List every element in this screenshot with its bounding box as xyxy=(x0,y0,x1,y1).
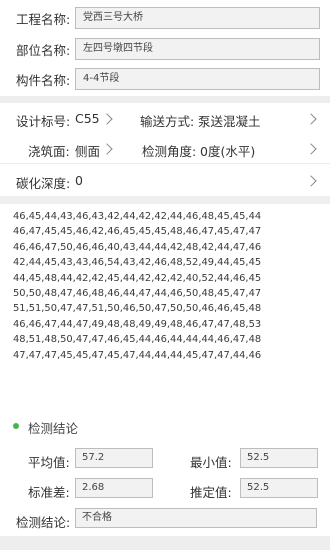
carbonation-depth-selector[interactable]: 碳化深度: 0 xyxy=(0,165,330,195)
project-info-card: 工程名称: 党西三号大桥 部位名称: 左四号墩四节段 构件名称: 4-4节段 xyxy=(0,0,330,96)
component-name-field[interactable]: 4-4节段 xyxy=(75,68,320,90)
reading-line: 46,46,47,50,46,46,40,43,44,44,42,48,42,4… xyxy=(13,241,262,253)
conclusion-section-title: 检测结论 xyxy=(28,421,79,436)
reading-line: 47,47,47,45,45,47,45,47,44,44,44,45,47,4… xyxy=(13,349,262,361)
delivery-method-selector[interactable]: 输送方式: 泵送混凝土 xyxy=(128,103,330,133)
delivery-method-label: 输送方式: xyxy=(140,114,195,129)
average-field[interactable]: 57.2 xyxy=(75,448,153,468)
chevron-right-icon xyxy=(101,113,113,125)
reading-line: 42,44,45,43,43,46,54,43,42,46,48,52,49,4… xyxy=(13,257,262,269)
pour-face-value: 侧面 xyxy=(75,144,101,159)
part-name-row: 部位名称: 左四号墩四节段 xyxy=(0,34,330,64)
min-label: 最小值: xyxy=(190,455,232,470)
readings-card: 46,45,44,43,46,43,42,44,42,42,44,46,48,4… xyxy=(0,204,330,400)
part-name-label: 部位名称: xyxy=(16,42,71,58)
component-name-row: 构件名称: 4-4节段 xyxy=(0,64,330,94)
delivery-method-value: 泵送混凝土 xyxy=(198,114,261,129)
carbonation-depth-value: 0 xyxy=(75,173,83,188)
chevron-right-icon xyxy=(305,113,317,125)
project-name-label: 工程名称: xyxy=(16,11,71,27)
reading-line: 46,46,47,44,47,49,48,48,49,49,48,46,47,4… xyxy=(13,318,262,330)
reading-line: 46,47,45,45,46,42,46,45,45,45,48,46,47,4… xyxy=(13,226,262,238)
reading-line: 50,50,48,47,46,48,46,44,47,44,46,50,48,4… xyxy=(13,288,262,300)
readings-list: 46,45,44,43,46,43,42,44,42,42,44,46,48,4… xyxy=(0,204,330,363)
std-dev-label: 标准差: xyxy=(28,485,70,500)
reading-line: 44,45,48,44,42,42,45,44,42,42,42,40,52,4… xyxy=(13,272,262,284)
estimated-field[interactable]: 52.5 xyxy=(240,478,318,498)
settings-card: 设计标号: C55 输送方式: 泵送混凝土 浇筑面: 侧面 检测角度: 0度(水… xyxy=(0,103,330,196)
design-grade-selector[interactable]: 设计标号: C55 xyxy=(0,103,128,133)
conclusion-card: 检测结论 平均值: 57.2 最小值: 52.5 标准差: 2.68 推定值: … xyxy=(0,400,330,536)
project-name-field[interactable]: 党西三号大桥 xyxy=(75,7,320,29)
part-name-field[interactable]: 左四号墩四节段 xyxy=(75,38,320,60)
detection-angle-selector[interactable]: 检测角度: 0度(水平) xyxy=(128,133,330,163)
chevron-right-icon xyxy=(101,143,113,155)
min-field[interactable]: 52.5 xyxy=(240,448,318,468)
carbonation-depth-label: 碳化深度: xyxy=(16,176,71,191)
std-dev-field[interactable]: 2.68 xyxy=(75,478,153,498)
project-name-row: 工程名称: 党西三号大桥 xyxy=(0,3,330,33)
pour-face-label: 浇筑面: xyxy=(28,144,70,159)
pour-face-selector[interactable]: 浇筑面: 侧面 xyxy=(0,133,128,163)
reading-line: 51,51,50,47,47,51,50,46,50,47,50,50,46,4… xyxy=(13,303,262,315)
detection-angle-label: 检测角度: xyxy=(142,144,197,159)
chevron-right-icon xyxy=(305,143,317,155)
divider xyxy=(0,163,330,164)
chevron-right-icon xyxy=(305,175,317,187)
reading-line: 48,51,48,50,47,47,46,45,44,46,44,44,44,4… xyxy=(13,334,262,346)
status-dot-icon xyxy=(13,423,19,429)
result-field[interactable]: 不合格 xyxy=(75,508,317,528)
design-grade-value: C55 xyxy=(75,111,100,126)
detection-angle-value: 0度(水平) xyxy=(200,144,256,159)
reading-line: 46,45,44,43,46,43,42,44,42,42,44,46,48,4… xyxy=(13,211,262,222)
component-name-label: 构件名称: xyxy=(16,72,71,88)
result-label: 检测结论: xyxy=(16,515,71,530)
average-label: 平均值: xyxy=(28,455,70,470)
design-grade-label: 设计标号: xyxy=(16,114,71,129)
estimated-label: 推定值: xyxy=(190,485,232,500)
